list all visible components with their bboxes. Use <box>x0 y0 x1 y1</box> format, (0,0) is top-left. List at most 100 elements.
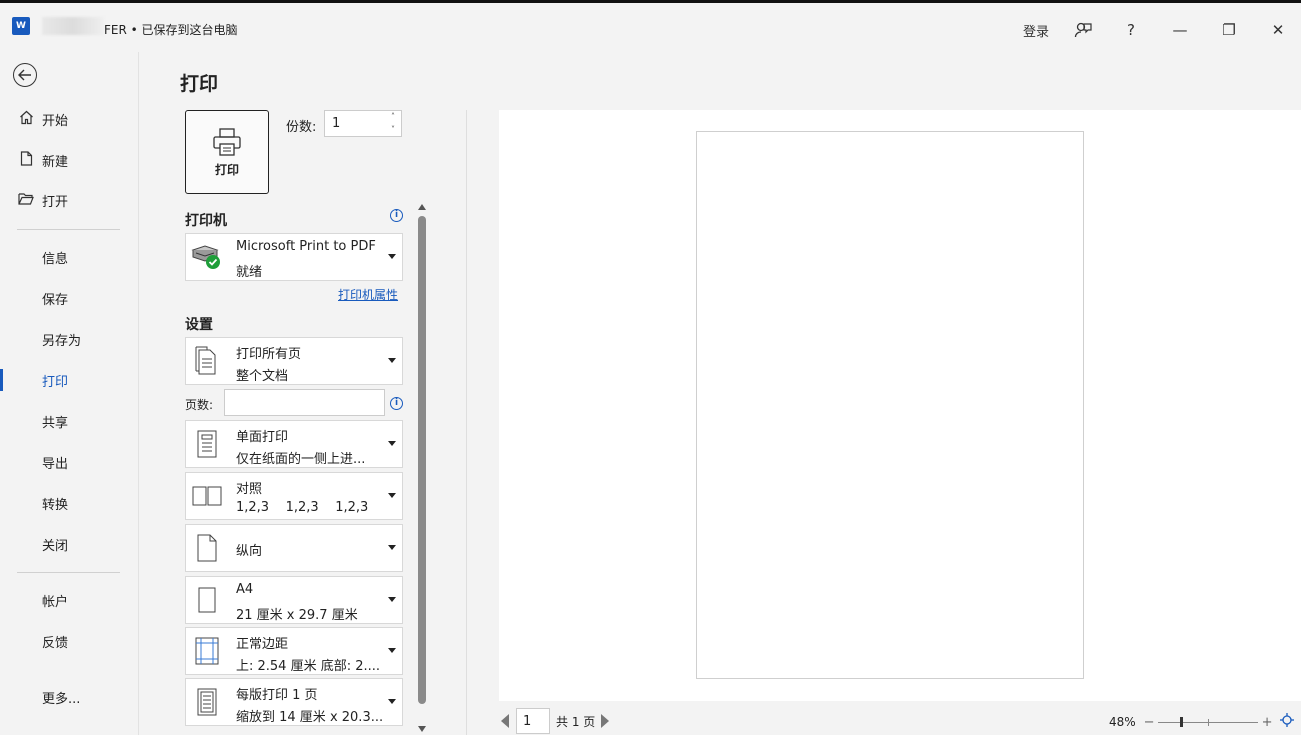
orientation-dropdown[interactable]: 纵向 <box>185 524 403 572</box>
nav-item-new[interactable]: 新建 <box>0 143 139 177</box>
nav-item-save-as[interactable]: 另存为 <box>0 322 139 356</box>
restore-button[interactable]: ❐ <box>1214 17 1244 43</box>
fit-to-window-icon[interactable] <box>1279 713 1294 731</box>
nav-item-more[interactable]: 更多... <box>0 680 139 714</box>
duplex-dropdown[interactable]: 单面打印 仅在纸面的一侧上进... <box>185 420 403 468</box>
zoom-percent[interactable]: 48% <box>1109 715 1136 729</box>
nav-separator <box>17 572 120 573</box>
setting-line1: 正常边距 <box>236 637 289 652</box>
settings-scrollbar[interactable] <box>417 204 427 732</box>
margins-dropdown[interactable]: 正常边距 上: 2.54 厘米 底部: 2.... <box>185 627 403 675</box>
chevron-down-icon <box>388 648 396 653</box>
scroll-down-arrow[interactable] <box>418 726 426 732</box>
printer-status: 就绪 <box>236 265 263 280</box>
chevron-down-icon <box>388 254 396 259</box>
close-button[interactable]: ✕ <box>1263 17 1293 43</box>
login-button[interactable]: 登录 <box>1015 17 1057 43</box>
nav-item-share[interactable]: 共享 <box>0 404 139 438</box>
setting-line2: 缩放到 14 厘米 x 20.3... <box>236 710 384 725</box>
print-button[interactable]: 打印 <box>185 110 269 194</box>
zoom-out-button[interactable]: − <box>1144 715 1155 730</box>
nav-item-close[interactable]: 关闭 <box>0 527 139 561</box>
document-title: FER • 已保存到这台电脑 <box>104 23 238 37</box>
copies-spinner[interactable]: ˄ ˅ <box>387 112 399 135</box>
setting-line1: 对照 <box>236 482 263 497</box>
nav-item-export[interactable]: 导出 <box>0 445 139 479</box>
collate-dropdown[interactable]: 对照 1,2,3 1,2,3 1,2,3 <box>185 472 403 520</box>
title-bar: W FER • 已保存到这台电脑 登录 ? — ❐ ✕ <box>0 0 1301 52</box>
settings-section-title: 设置 <box>185 317 213 333</box>
nav-item-feedback[interactable]: 反馈 <box>0 624 139 658</box>
scroll-up-arrow[interactable] <box>418 204 426 210</box>
preview-page <box>696 131 1084 679</box>
portrait-icon <box>191 532 223 564</box>
printer-properties-link[interactable]: 打印机属性 <box>338 286 398 303</box>
nav-item-label: 关闭 <box>42 538 69 554</box>
pane-divider <box>466 110 467 735</box>
print-range-dropdown[interactable]: 打印所有页 整个文档 <box>185 337 403 385</box>
chevron-down-icon[interactable]: ˅ <box>391 125 395 135</box>
setting-line2: 21 厘米 x 29.7 厘米 <box>236 608 358 623</box>
zoom-slider[interactable] <box>1157 715 1258 729</box>
setting-line2: 1,2,3 1,2,3 1,2,3 <box>236 500 369 515</box>
chevron-down-icon <box>388 441 396 446</box>
printer-icon <box>213 127 241 156</box>
nav-item-label: 打印 <box>42 374 69 390</box>
nav-item-convert[interactable]: 转换 <box>0 486 139 520</box>
backstage-nav: 开始 新建 打开 信息 保存 另存为 打印 共享 导出 转换 关闭 帐户 反馈 … <box>0 52 139 735</box>
paper-size-dropdown[interactable]: A4 21 厘米 x 29.7 厘米 <box>185 576 403 624</box>
pages-label: 页数: <box>185 398 214 412</box>
minimize-button[interactable]: — <box>1165 17 1195 43</box>
word-app-icon: W <box>12 17 33 35</box>
previous-page-arrow[interactable] <box>501 714 509 728</box>
info-icon[interactable]: i <box>390 209 403 222</box>
pages-icon <box>191 345 223 377</box>
next-page-arrow[interactable] <box>601 714 610 728</box>
info-icon[interactable]: i <box>390 397 403 410</box>
nav-item-print[interactable]: 打印 <box>0 363 139 397</box>
nav-item-save[interactable]: 保存 <box>0 281 139 315</box>
zoom-in-button[interactable]: + <box>1262 715 1273 730</box>
nav-item-open[interactable]: 打开 <box>0 183 139 217</box>
current-page-input[interactable]: 1 <box>516 708 550 734</box>
printer-dropdown[interactable]: Microsoft Print to PDF 就绪 <box>185 233 403 281</box>
pages-input[interactable] <box>224 389 385 416</box>
setting-line2: 仅在纸面的一侧上进... <box>236 452 366 467</box>
back-arrow-icon[interactable] <box>13 63 37 87</box>
home-icon <box>17 110 35 129</box>
chevron-down-icon <box>388 597 396 602</box>
zoom-slider-knob[interactable] <box>1180 717 1184 727</box>
zoom-control: 48% − + <box>1109 712 1294 732</box>
help-button[interactable]: ? <box>1116 17 1146 43</box>
page-title: 打印 <box>180 73 219 95</box>
nav-item-label: 新建 <box>42 154 69 170</box>
page-navigator: 1 共 1 页 <box>501 707 610 735</box>
copies-stepper[interactable]: 1 ˄ ˅ <box>324 110 402 137</box>
chevron-down-icon <box>388 545 396 550</box>
setting-line1: 纵向 <box>236 544 263 559</box>
collate-icon <box>191 480 223 512</box>
nav-item-label: 打开 <box>42 194 69 210</box>
nav-item-account[interactable]: 帐户 <box>0 583 139 617</box>
nav-item-home[interactable]: 开始 <box>0 102 139 136</box>
pages-per-sheet-dropdown[interactable]: 每版打印 1 页 缩放到 14 厘米 x 20.3... <box>185 678 403 726</box>
scroll-thumb[interactable] <box>418 216 426 704</box>
printer-name: Microsoft Print to PDF <box>236 239 376 254</box>
nav-item-label: 更多... <box>42 691 81 707</box>
margins-icon <box>191 635 223 667</box>
chevron-down-icon <box>388 358 396 363</box>
open-folder-icon <box>17 192 35 209</box>
copies-label: 份数: <box>286 120 317 135</box>
nav-item-label: 共享 <box>42 415 69 431</box>
person-feedback-icon[interactable] <box>1068 17 1098 43</box>
chevron-up-icon[interactable]: ˄ <box>391 112 395 122</box>
nav-separator <box>17 229 120 230</box>
nav-item-info[interactable]: 信息 <box>0 240 139 274</box>
blurred-document-name <box>42 17 104 35</box>
new-doc-icon <box>17 150 35 170</box>
paper-size-icon <box>191 584 223 616</box>
chevron-down-icon <box>388 699 396 704</box>
setting-line1: 每版打印 1 页 <box>236 688 318 703</box>
nav-item-label: 保存 <box>42 292 69 308</box>
nav-item-label: 开始 <box>42 113 69 129</box>
